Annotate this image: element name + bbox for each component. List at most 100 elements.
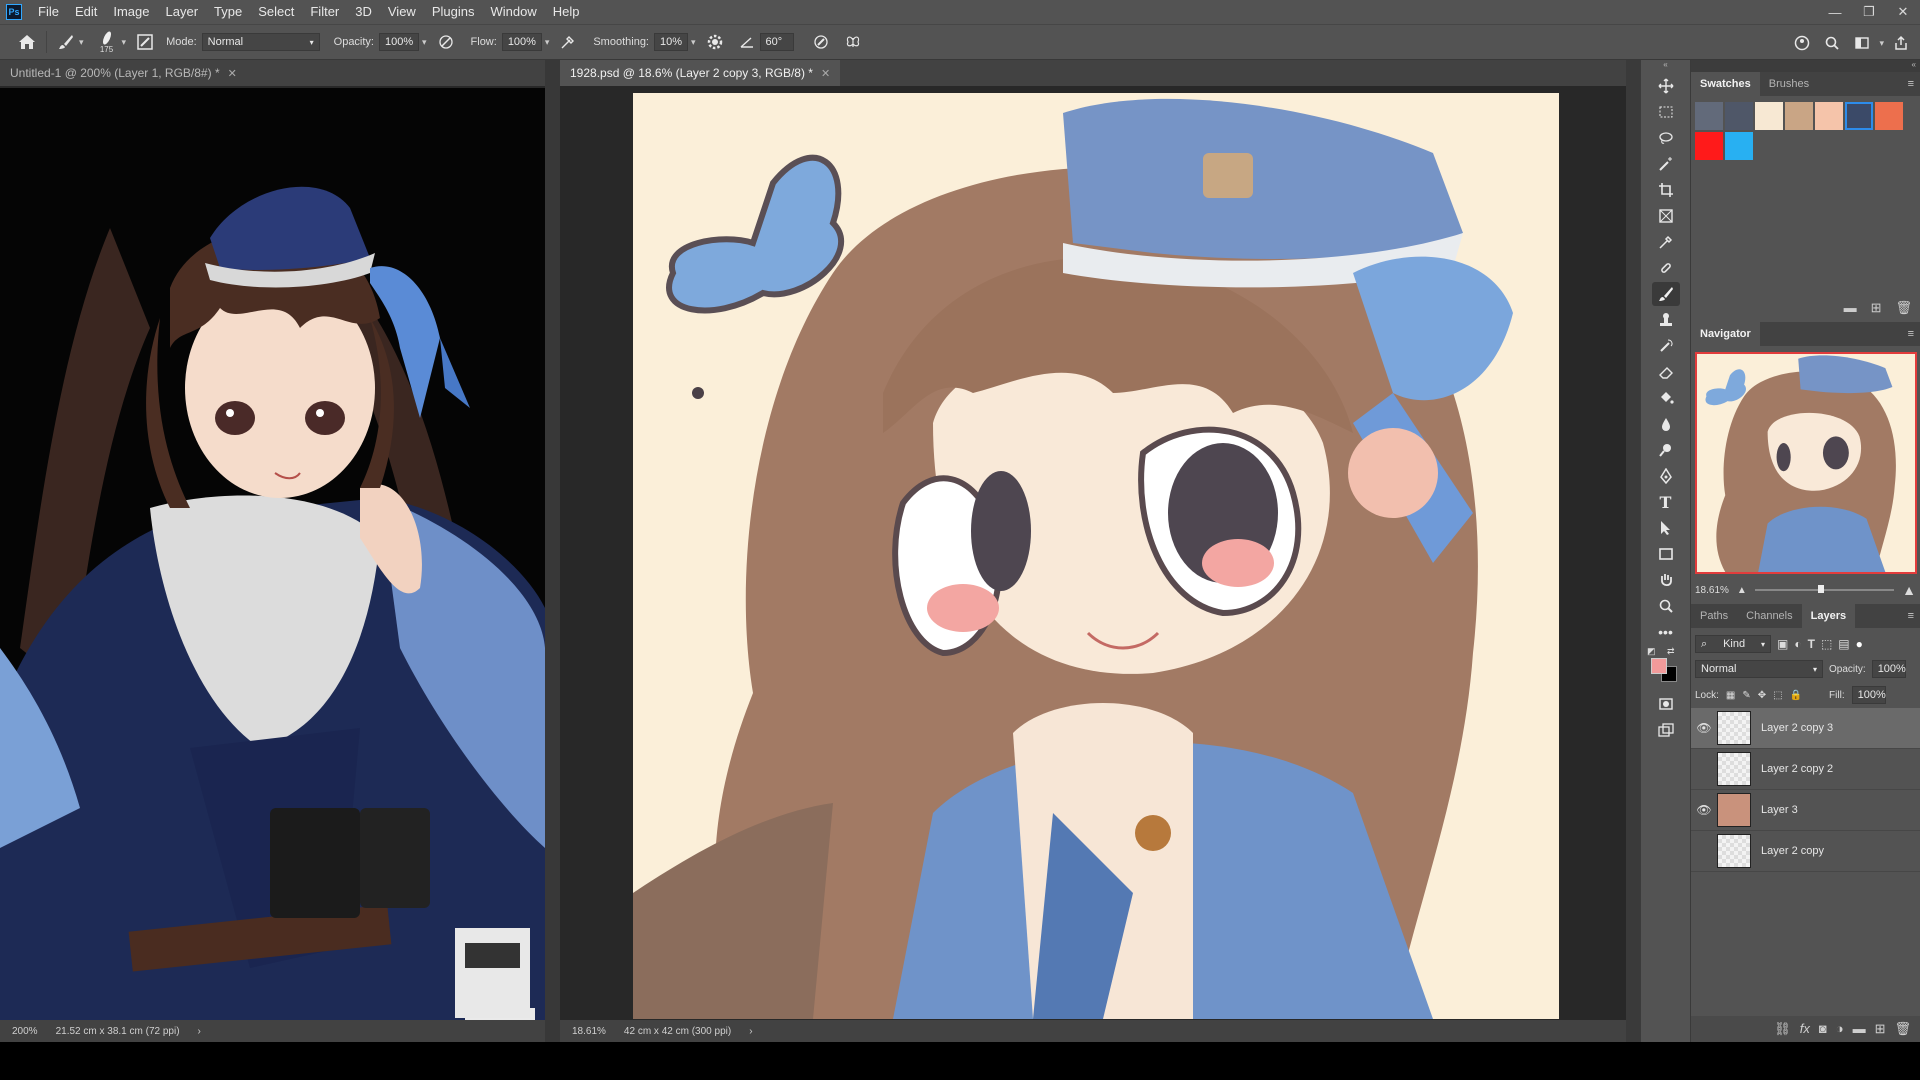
delete-swatch-trash-icon[interactable]: 🗑: [1895, 300, 1912, 316]
smoothing-input[interactable]: 10%: [654, 33, 688, 51]
filter-pixel-icon[interactable]: ▣: [1777, 637, 1788, 651]
crop-tool-icon[interactable]: [1652, 178, 1680, 202]
doc2-status-arrow-icon[interactable]: ›: [749, 1026, 752, 1037]
layer-row[interactable]: Layer 2 copy 2: [1691, 749, 1920, 790]
color-swatch[interactable]: [1725, 102, 1753, 130]
new-group-folder-icon[interactable]: ▬: [1853, 1021, 1866, 1037]
blend-mode-select[interactable]: Normal ▾: [1695, 660, 1823, 678]
filter-kind-select[interactable]: ⌕ Kind ▾: [1695, 635, 1771, 653]
lock-transparency-icon[interactable]: ▦: [1726, 690, 1735, 701]
menu-help[interactable]: Help: [545, 0, 588, 24]
foreground-color-swatch[interactable]: [1651, 658, 1667, 674]
eraser-tool-icon[interactable]: [1652, 360, 1680, 384]
close-tab-icon[interactable]: ✕: [228, 67, 237, 80]
opacity-chevron-icon[interactable]: ▾: [422, 37, 427, 48]
path-selection-tool-icon[interactable]: [1652, 516, 1680, 540]
doc1-zoom-level[interactable]: 200%: [12, 1026, 38, 1037]
new-swatch-icon[interactable]: ⊞: [1871, 300, 1882, 316]
filter-shape-icon[interactable]: ⬚: [1821, 637, 1832, 651]
frame-tool-icon[interactable]: [1652, 204, 1680, 228]
layer-row[interactable]: 👁 Layer 3: [1691, 790, 1920, 831]
restore-button[interactable]: ❐: [1852, 0, 1886, 24]
visibility-eye-icon[interactable]: 👁: [1691, 803, 1717, 817]
filter-type-icon[interactable]: T: [1808, 637, 1815, 651]
tab-channels[interactable]: Channels: [1737, 604, 1801, 628]
doc1-status-arrow-icon[interactable]: ›: [198, 1026, 201, 1037]
layer-row[interactable]: 👁 Layer 2 copy 3: [1691, 708, 1920, 749]
color-swatch[interactable]: [1755, 102, 1783, 130]
tab-layers[interactable]: Layers: [1801, 604, 1856, 628]
screen-mode-icon[interactable]: [1652, 718, 1680, 742]
symmetry-butterfly-icon[interactable]: [840, 29, 866, 55]
close-button[interactable]: ✕: [1886, 0, 1920, 24]
share-icon[interactable]: [1888, 30, 1914, 56]
zoom-out-mountain-icon[interactable]: ▲: [1737, 585, 1747, 596]
blur-tool-icon[interactable]: [1652, 412, 1680, 436]
pen-tool-icon[interactable]: [1652, 464, 1680, 488]
zoom-tool-icon[interactable]: [1652, 594, 1680, 618]
minimize-button[interactable]: —: [1818, 0, 1852, 24]
menu-edit[interactable]: Edit: [67, 0, 105, 24]
tab-brushes[interactable]: Brushes: [1760, 72, 1818, 96]
menu-view[interactable]: View: [380, 0, 424, 24]
lock-artboard-icon[interactable]: ⬚: [1773, 690, 1782, 701]
magic-wand-tool-icon[interactable]: [1652, 152, 1680, 176]
airbrush-icon[interactable]: [555, 29, 581, 55]
layer-style-fx-icon[interactable]: fx: [1800, 1021, 1810, 1037]
default-colors-icon[interactable]: ◩: [1647, 646, 1656, 657]
color-swatch[interactable]: [1695, 102, 1723, 130]
lasso-tool-icon[interactable]: [1652, 126, 1680, 150]
color-swatch[interactable]: [1695, 132, 1723, 160]
panel-menu-icon[interactable]: ≡: [1908, 78, 1914, 90]
smoothing-settings-gear-icon[interactable]: [702, 29, 728, 55]
smoothing-chevron-icon[interactable]: ▾: [691, 37, 696, 48]
menu-file[interactable]: File: [30, 0, 67, 24]
clone-stamp-tool-icon[interactable]: [1652, 308, 1680, 332]
filter-adjustment-icon[interactable]: ◐: [1794, 637, 1801, 651]
history-brush-tool-icon[interactable]: [1652, 334, 1680, 358]
menu-image[interactable]: Image: [105, 0, 157, 24]
delete-layer-trash-icon[interactable]: 🗑: [1894, 1021, 1911, 1037]
lock-all-icon[interactable]: 🔒: [1790, 690, 1802, 701]
brush-settings-icon[interactable]: [132, 29, 158, 55]
paint-bucket-tool-icon[interactable]: [1652, 386, 1680, 410]
menu-plugins[interactable]: Plugins: [424, 0, 483, 24]
collapse-tools-icon[interactable]: «: [1641, 60, 1690, 72]
more-tools-icon[interactable]: •••: [1652, 620, 1680, 644]
artwork-canvas[interactable]: [633, 93, 1559, 1019]
tab-paths[interactable]: Paths: [1691, 604, 1737, 628]
navigator-preview[interactable]: [1695, 352, 1917, 574]
tab-swatches[interactable]: Swatches: [1691, 72, 1760, 96]
search-icon[interactable]: [1819, 30, 1845, 56]
close-tab-icon[interactable]: ✕: [821, 67, 830, 80]
filter-toggle-icon[interactable]: ●: [1856, 637, 1863, 651]
brush-tool-icon[interactable]: [1651, 282, 1680, 306]
brush-size-picker[interactable]: 175: [92, 29, 122, 54]
brush-tool-icon[interactable]: [53, 29, 79, 55]
color-swatch[interactable]: [1785, 102, 1813, 130]
menu-layer[interactable]: Layer: [158, 0, 207, 24]
brush-picker-chevron-icon[interactable]: ▾: [122, 37, 127, 48]
color-swatch[interactable]: [1845, 102, 1873, 130]
hand-tool-icon[interactable]: [1652, 568, 1680, 592]
pane-divider[interactable]: [545, 60, 560, 1042]
navigator-zoom-value[interactable]: 18.61%: [1695, 585, 1729, 596]
panel-menu-icon[interactable]: ≡: [1908, 610, 1914, 622]
pressure-opacity-icon[interactable]: [433, 29, 459, 55]
tab-untitled-1[interactable]: Untitled-1 @ 200% (Layer 1, RGB/8#) * ✕: [0, 60, 247, 86]
dodge-tool-icon[interactable]: [1652, 438, 1680, 462]
visibility-eye-icon[interactable]: 👁: [1691, 721, 1717, 735]
layer-row[interactable]: Layer 2 copy: [1691, 831, 1920, 872]
fill-input[interactable]: 100%: [1851, 686, 1886, 704]
workspace-icon[interactable]: [1849, 30, 1875, 56]
link-layers-icon[interactable]: ⛓: [1774, 1021, 1791, 1037]
tool-preset-chevron-icon[interactable]: ▾: [79, 37, 84, 48]
type-tool-icon[interactable]: T: [1652, 490, 1680, 514]
rectangle-tool-icon[interactable]: [1652, 542, 1680, 566]
opacity-input[interactable]: 100%: [379, 33, 419, 51]
color-swatch[interactable]: [1875, 102, 1903, 130]
panel-menu-icon[interactable]: ≡: [1908, 328, 1914, 340]
lock-pixels-brush-icon[interactable]: ✎: [1742, 690, 1750, 701]
menu-filter[interactable]: Filter: [302, 0, 347, 24]
new-group-folder-icon[interactable]: ▬: [1844, 300, 1857, 316]
